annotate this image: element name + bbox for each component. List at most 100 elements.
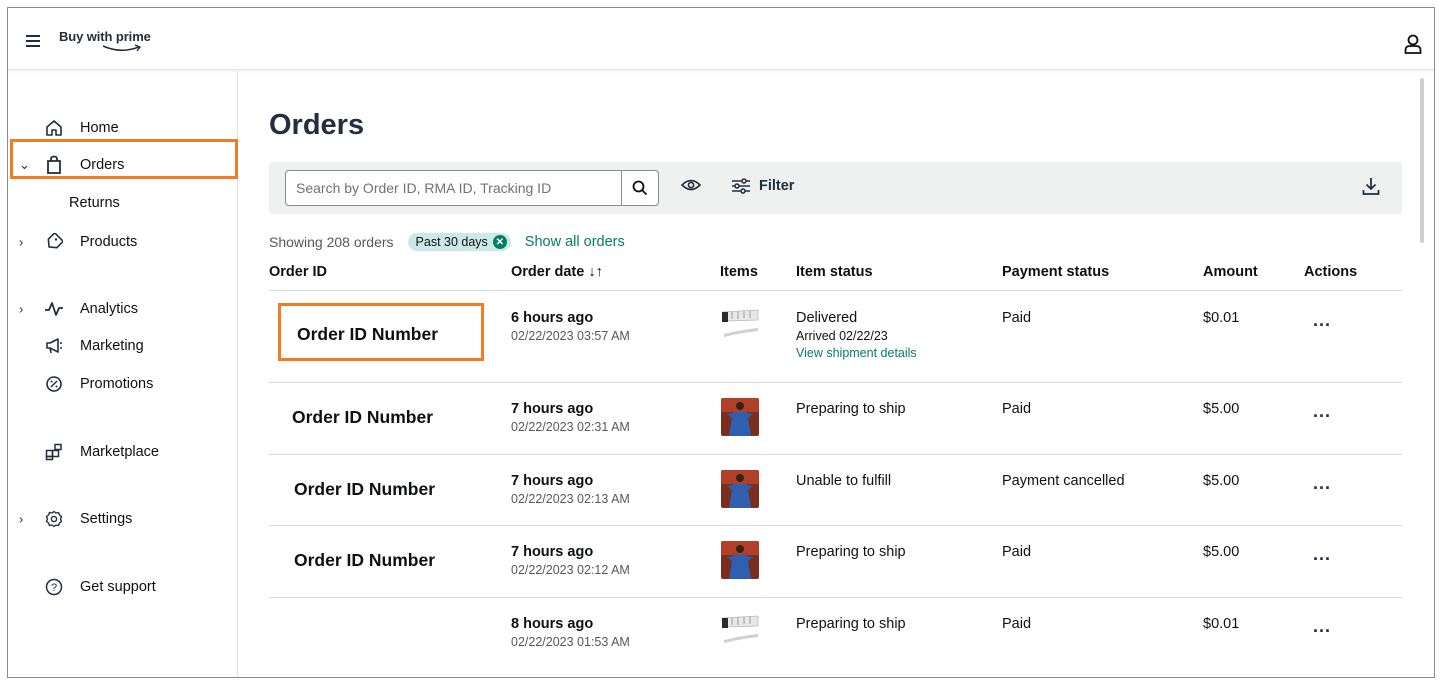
view-shipment-details-link[interactable]: View shipment details bbox=[796, 346, 917, 360]
smile-icon bbox=[102, 44, 142, 52]
svg-text:?: ? bbox=[51, 582, 57, 594]
item-thumbnail[interactable] bbox=[720, 308, 760, 351]
home-icon bbox=[44, 118, 64, 138]
product-image bbox=[721, 398, 759, 436]
sidebar-item-settings[interactable]: › Settings bbox=[8, 501, 237, 537]
payment-status: Paid bbox=[1002, 544, 1032, 560]
column-header-amount: Amount bbox=[1203, 264, 1258, 280]
eye-icon bbox=[680, 179, 702, 191]
chevron-right-icon[interactable]: › bbox=[19, 235, 23, 250]
item-thumbnail[interactable] bbox=[720, 614, 760, 657]
logo[interactable]: Buy with prime bbox=[59, 28, 151, 52]
sidebar-item-marketplace[interactable]: Marketplace bbox=[8, 434, 237, 470]
sidebar-item-get-support[interactable]: ? Get support bbox=[8, 569, 237, 605]
sliders-icon bbox=[732, 178, 750, 194]
order-date: 7 hours ago 02/22/2023 02:13 AM bbox=[511, 473, 630, 506]
sidebar-item-products[interactable]: › Products bbox=[8, 224, 237, 260]
product-image bbox=[721, 470, 759, 508]
pulse-icon bbox=[44, 299, 64, 319]
filter-button[interactable]: Filter bbox=[731, 177, 794, 195]
actions-menu-button[interactable]: ... bbox=[1313, 401, 1331, 422]
amount: $0.01 bbox=[1203, 310, 1240, 326]
payment-status: Paid bbox=[1002, 616, 1032, 632]
actions-menu-button[interactable]: ... bbox=[1313, 473, 1331, 494]
column-header-actions: Actions bbox=[1304, 264, 1358, 280]
amount: $0.01 bbox=[1203, 616, 1240, 632]
table-row[interactable]: Order ID Number 7 hours ago 02/22/2023 0… bbox=[269, 455, 1402, 526]
sidebar-item-label: Analytics bbox=[80, 301, 139, 317]
hamburger-icon[interactable] bbox=[26, 35, 40, 47]
download-button[interactable] bbox=[1362, 176, 1380, 201]
toolbar: Filter bbox=[269, 162, 1402, 214]
orders-highlight-box bbox=[10, 139, 238, 179]
download-icon bbox=[1362, 178, 1380, 195]
chevron-right-icon[interactable]: › bbox=[19, 512, 23, 527]
table-row[interactable]: 8 hours ago 02/22/2023 01:53 AM Preparin… bbox=[269, 598, 1402, 677]
product-image bbox=[721, 541, 759, 579]
sidebar-item-promotions[interactable]: Promotions bbox=[8, 366, 237, 402]
column-header-payment-status: Payment status bbox=[1002, 264, 1110, 280]
amount: $5.00 bbox=[1203, 473, 1240, 489]
order-id-highlight-box bbox=[278, 303, 484, 361]
help-icon: ? bbox=[44, 577, 64, 597]
sidebar-item-label: Home bbox=[80, 120, 119, 136]
order-date-absolute: 02/22/2023 02:13 AM bbox=[511, 492, 630, 506]
toggle-visibility-button[interactable] bbox=[680, 178, 702, 197]
sidebar-item-label: Products bbox=[80, 234, 138, 250]
search-box bbox=[285, 170, 659, 206]
payment-status: Paid bbox=[1002, 401, 1032, 417]
actions-menu-button[interactable]: ... bbox=[1313, 310, 1331, 331]
table-row[interactable]: Order ID Number 7 hours ago 02/22/2023 0… bbox=[269, 383, 1402, 455]
order-date-relative: 8 hours ago bbox=[511, 616, 594, 632]
payment-status: Paid bbox=[1002, 310, 1032, 326]
sidebar-item-returns[interactable]: Returns bbox=[69, 195, 120, 211]
sidebar-item-label: Marketplace bbox=[80, 444, 159, 460]
close-icon[interactable]: ✕ bbox=[492, 235, 507, 249]
chevron-right-icon[interactable]: › bbox=[19, 302, 23, 317]
order-date: 8 hours ago 02/22/2023 01:53 AM bbox=[511, 616, 630, 649]
search-input[interactable] bbox=[286, 171, 622, 205]
show-all-orders-link[interactable]: Show all orders bbox=[525, 234, 625, 250]
app-window: Buy with prime Home ⌄ Orders Returns › P… bbox=[7, 7, 1435, 678]
column-header-items: Items bbox=[720, 264, 758, 280]
order-id[interactable]: Order ID Number bbox=[294, 550, 435, 571]
sidebar-item-analytics[interactable]: › Analytics bbox=[8, 291, 237, 327]
order-date-absolute: 02/22/2023 02:31 AM bbox=[511, 420, 630, 434]
logo-text: Buy with prime bbox=[59, 29, 151, 44]
sidebar-item-marketing[interactable]: Marketing bbox=[8, 328, 237, 364]
order-id[interactable]: Order ID Number bbox=[292, 407, 433, 428]
arrival-date: Arrived 02/22/23 bbox=[796, 329, 888, 343]
item-thumbnail[interactable] bbox=[721, 398, 759, 441]
scrollbar[interactable] bbox=[1420, 78, 1424, 243]
user-icon[interactable] bbox=[1404, 34, 1422, 54]
item-thumbnail[interactable] bbox=[721, 470, 759, 513]
order-id[interactable]: Order ID Number bbox=[294, 479, 435, 500]
actions-menu-button[interactable]: ... bbox=[1313, 616, 1331, 637]
sidebar-item-label: Promotions bbox=[80, 376, 154, 392]
item-status: Delivered Arrived 02/22/23 View shipment… bbox=[796, 310, 917, 360]
top-bar: Buy with prime bbox=[8, 8, 1434, 70]
order-date: 6 hours ago 02/22/2023 03:57 AM bbox=[511, 310, 630, 343]
table-row[interactable]: Order ID Number 7 hours ago 02/22/2023 0… bbox=[269, 526, 1402, 598]
search-button[interactable] bbox=[621, 171, 658, 205]
megaphone-icon bbox=[44, 336, 64, 356]
tag-icon bbox=[44, 232, 64, 252]
column-header-order-date[interactable]: Order date ↓↑ bbox=[511, 264, 603, 280]
order-date-relative: 7 hours ago bbox=[511, 401, 594, 417]
page-title: Orders bbox=[269, 109, 365, 141]
payment-status: Payment cancelled bbox=[1002, 473, 1125, 489]
filter-label: Filter bbox=[759, 178, 795, 194]
order-date: 7 hours ago 02/22/2023 02:12 AM bbox=[511, 544, 630, 577]
product-image bbox=[721, 615, 759, 643]
item-thumbnail[interactable] bbox=[721, 541, 759, 584]
showing-count: Showing 208 orders bbox=[269, 234, 394, 250]
actions-menu-button[interactable]: ... bbox=[1313, 544, 1331, 565]
item-status-label: Delivered bbox=[796, 310, 858, 326]
item-status: Unable to fulfill bbox=[796, 473, 892, 489]
item-status: Preparing to ship bbox=[796, 544, 906, 560]
search-icon bbox=[632, 180, 648, 196]
column-header-item-status: Item status bbox=[796, 264, 873, 280]
amount: $5.00 bbox=[1203, 401, 1240, 417]
date-filter-badge: Past 30 days ✕ bbox=[407, 233, 511, 251]
sidebar: Home ⌄ Orders Returns › Products › Analy… bbox=[8, 71, 238, 677]
